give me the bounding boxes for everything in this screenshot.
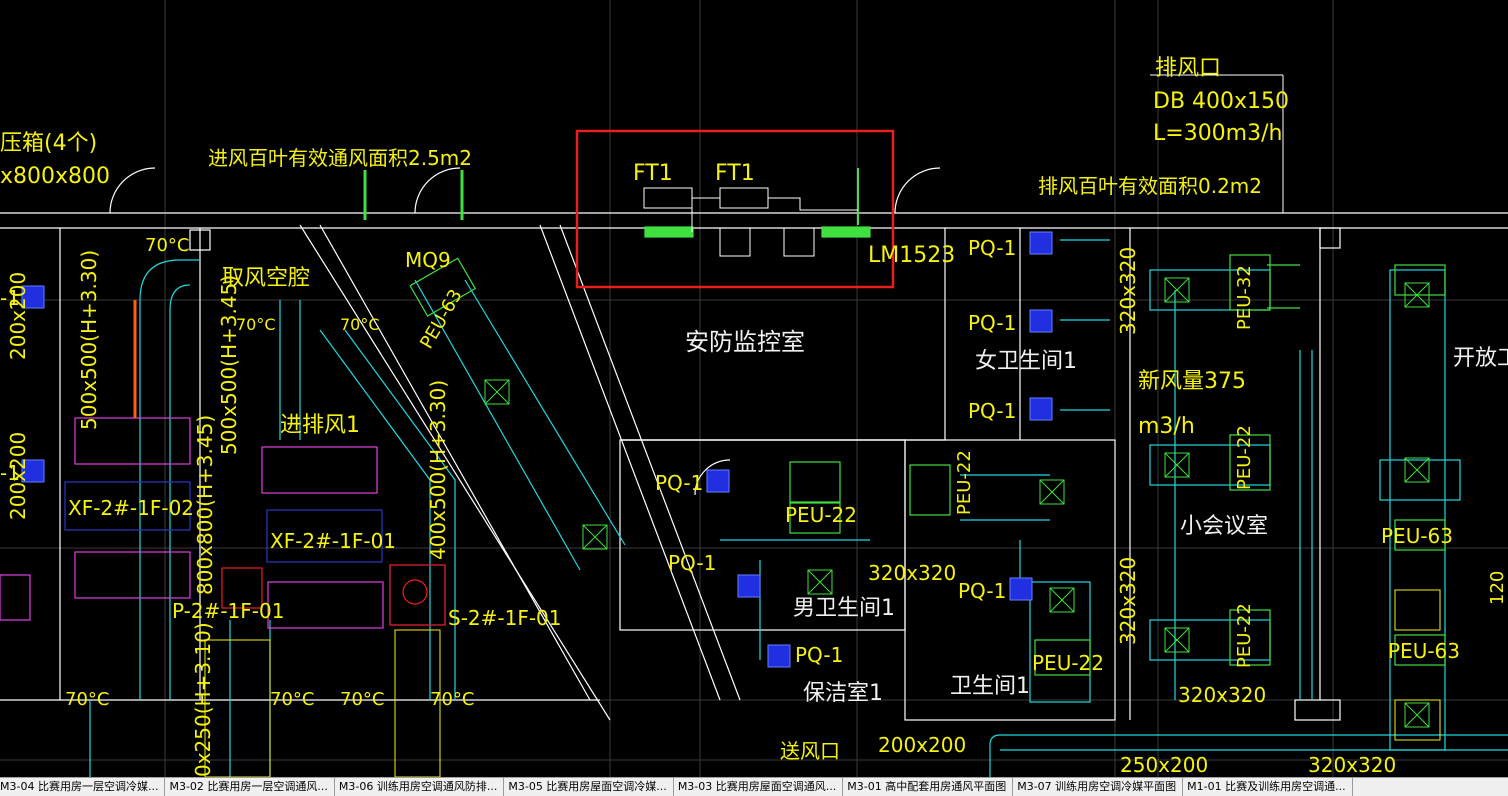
ft1-label-a: FT1 [633, 161, 673, 186]
exhaust-outlet-flow: L=300m3/h [1153, 121, 1282, 146]
peu-label: PEU-22 [1234, 603, 1255, 668]
cad-drawing[interactable]: 排风口 DB 400x150 L=300m3/h 压箱(4个) x800x800… [0, 0, 1508, 777]
xf-02-label: XF-2#-1F-02 [68, 496, 194, 520]
duct-size-label: 320x320 [1116, 247, 1140, 335]
security-room-label: 安防监控室 [685, 328, 805, 356]
pq1-label: PQ-1 [968, 236, 1016, 260]
mq9-label: MQ9 [405, 248, 451, 272]
layout-tab[interactable]: M3-06 训练用房空调通风防排... [335, 778, 505, 796]
ft1-label-b: FT1 [715, 161, 755, 186]
duct-size-label: 120 [1487, 571, 1508, 605]
duct-size-label: 320x320 [868, 561, 956, 585]
duct-size-label: 320x320 [1308, 753, 1396, 777]
temp-label: 70°C [340, 689, 384, 710]
exhaust-outlet-size: DB 400x150 [1153, 89, 1289, 114]
pq1-label: -1 [0, 286, 20, 310]
duct-size-label: 500x500(H+3.45) [217, 275, 241, 455]
peu-label: PEU-32 [1234, 265, 1255, 330]
static-box-size: x800x800 [0, 164, 110, 189]
temp-label: 70°C [270, 689, 314, 710]
highlight-box[interactable] [575, 129, 895, 289]
fan-terminals [643, 187, 858, 257]
peu-label: PEU-22 [1234, 425, 1255, 490]
equipment-boxes [0, 417, 384, 629]
duct-size-label: 200x200 [878, 733, 966, 757]
pq1-label: -1 [0, 461, 20, 485]
pq1-label: PQ-1 [958, 579, 1006, 603]
fresh-air-label: 新风量375 [1138, 369, 1246, 394]
pq1-label: PQ-1 [668, 551, 716, 575]
temp-label: 70°C [236, 315, 276, 334]
pq1-label: PQ-1 [968, 399, 1016, 423]
static-box-label: 压箱(4个) [0, 131, 97, 156]
fresh-air-unit: m3/h [1138, 414, 1195, 439]
intake-louver-label: 进风百叶有效通风面积2.5m2 [208, 146, 472, 170]
supply-outlet-label: 送风口 [780, 739, 840, 763]
drawing-canvas[interactable]: 排风口 DB 400x150 L=300m3/h 压箱(4个) x800x800… [0, 0, 1508, 777]
p-01-label: P-2#-1F-01 [172, 599, 284, 623]
temp-label: 70°C [340, 315, 380, 334]
peu-label: PEU-63 [1381, 524, 1453, 548]
layout-tab[interactable]: M3-07 训练用房空调冷媒平面图 [1013, 778, 1184, 796]
duct-size-label: 250x200 [1120, 753, 1208, 777]
pq1-label: PQ-1 [968, 311, 1016, 335]
duct-size-label: 800x800(H+3.45) [193, 415, 217, 595]
layout-tab[interactable]: M3-04 比赛用房一层空调冷媒... [0, 778, 166, 796]
layout-tab-bar: M3-04 比赛用房一层空调冷媒... M3-02 比赛用房一层空调通风... … [0, 777, 1508, 796]
layout-tab[interactable]: M3-03 比赛用房屋面空调通风... [674, 778, 844, 796]
layout-tab[interactable]: M3-01 高中配套用房通风平面图 [843, 778, 1014, 796]
peu-label: PEU-22 [1032, 651, 1104, 675]
janitor-label: 保洁室1 [803, 681, 883, 706]
duct-size-label: 500x500(H+3.30) [77, 250, 101, 430]
peu-label: PEU-22 [785, 503, 857, 527]
temp-label: 70°C [65, 689, 109, 710]
s-01-label: S-2#-1F-01 [448, 606, 562, 630]
pq1-label: PQ-1 [655, 471, 703, 495]
wc-label: 卫生间1 [950, 674, 1030, 699]
open-area-label: 开放工 [1453, 346, 1508, 371]
duct-size-label: 320x320 [1116, 557, 1140, 645]
layout-tab[interactable]: M3-02 比赛用房一层空调通风... [165, 778, 335, 796]
supply-exhaust-label: 进排风1 [280, 413, 360, 438]
womens-wc-label: 女卫生间1 [975, 349, 1077, 374]
lm1523-label: LM1523 [868, 243, 955, 268]
duct-size-label: 400x500(H+3.30) [426, 380, 450, 560]
exhaust-louver-label: 排风百叶有效面积0.2m2 [1038, 174, 1262, 198]
layout-tab[interactable]: M3-05 比赛用房屋面空调冷媒... [504, 778, 674, 796]
fan-unit [133, 300, 446, 626]
temp-label: 70°C [145, 235, 189, 256]
mens-wc-label: 男卫生间1 [793, 596, 895, 621]
peu-label: PEU-22 [954, 450, 975, 515]
peu-label: PEU-63 [1388, 639, 1460, 663]
duct-size-label: 0x250(H+3.10) [191, 622, 215, 777]
xf-01-label: XF-2#-1F-01 [270, 529, 396, 553]
temp-label: 70°C [430, 689, 474, 710]
duct-size-label: 320x320 [1178, 683, 1266, 707]
pq1-label: PQ-1 [795, 643, 843, 667]
exhaust-outlet-title: 排风口 [1155, 56, 1221, 81]
meeting-room-label: 小会议室 [1180, 514, 1268, 539]
layout-tab[interactable]: M1-01 比赛及训练用房空调通... [1183, 778, 1353, 796]
